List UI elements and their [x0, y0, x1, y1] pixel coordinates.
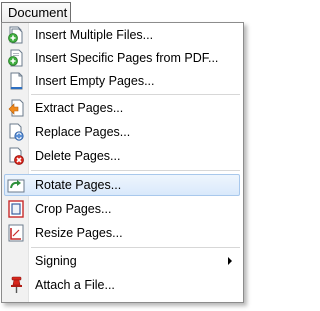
menu-separator	[31, 94, 240, 95]
insert-empty-page-icon	[10, 72, 23, 90]
menu-item-crop-pages[interactable]: Crop Pages...	[4, 198, 240, 220]
menu-separator	[31, 247, 240, 248]
menu-item-label: Signing	[35, 254, 77, 268]
menu-item-label: Crop Pages...	[35, 202, 112, 216]
pushpin-icon	[11, 276, 22, 293]
crop-pages-icon	[8, 200, 24, 218]
menu-item-label: Insert Empty Pages...	[35, 74, 155, 88]
menu-item-label: Insert Multiple Files...	[35, 28, 154, 42]
menu-item-label: Replace Pages...	[35, 125, 131, 139]
menu-item-label: Extract Pages...	[35, 101, 124, 115]
rotate-pages-icon	[7, 179, 25, 193]
document-menu-title[interactable]: Document	[1, 2, 71, 23]
menu-item-delete-pages[interactable]: Delete Pages...	[4, 145, 240, 167]
menu-item-replace-pages[interactable]: Replace Pages...	[4, 121, 240, 143]
menu-item-label: Attach a File...	[35, 278, 115, 292]
menu-item-label: Rotate Pages...	[35, 178, 122, 192]
delete-pages-icon	[9, 147, 24, 165]
menu-item-insert-specific-pages[interactable]: Insert Specific Pages from PDF...	[4, 47, 240, 69]
submenu-arrow-icon	[228, 257, 232, 265]
menu-item-insert-multiple-files[interactable]: Insert Multiple Files...	[4, 24, 240, 46]
menu-separator	[31, 170, 240, 171]
resize-pages-icon	[8, 224, 24, 242]
extract-pages-icon	[8, 99, 24, 117]
menu-item-resize-pages[interactable]: Resize Pages...	[4, 222, 240, 244]
menu-item-signing[interactable]: Signing	[4, 250, 240, 272]
menu-item-label: Resize Pages...	[35, 226, 123, 240]
menu-item-extract-pages[interactable]: Extract Pages...	[4, 97, 240, 119]
insert-pdf-pages-icon	[8, 49, 23, 67]
replace-pages-icon	[9, 123, 24, 141]
menu-item-attach-file[interactable]: Attach a File...	[4, 274, 240, 296]
menu-item-rotate-pages[interactable]: Rotate Pages...	[4, 174, 240, 196]
insert-files-icon	[8, 26, 23, 44]
document-menu: Insert Multiple Files... Insert Specific…	[1, 22, 244, 303]
menu-item-label: Delete Pages...	[35, 149, 121, 163]
menu-item-insert-empty-pages[interactable]: Insert Empty Pages...	[4, 70, 240, 92]
menu-item-label: Insert Specific Pages from PDF...	[35, 51, 219, 65]
